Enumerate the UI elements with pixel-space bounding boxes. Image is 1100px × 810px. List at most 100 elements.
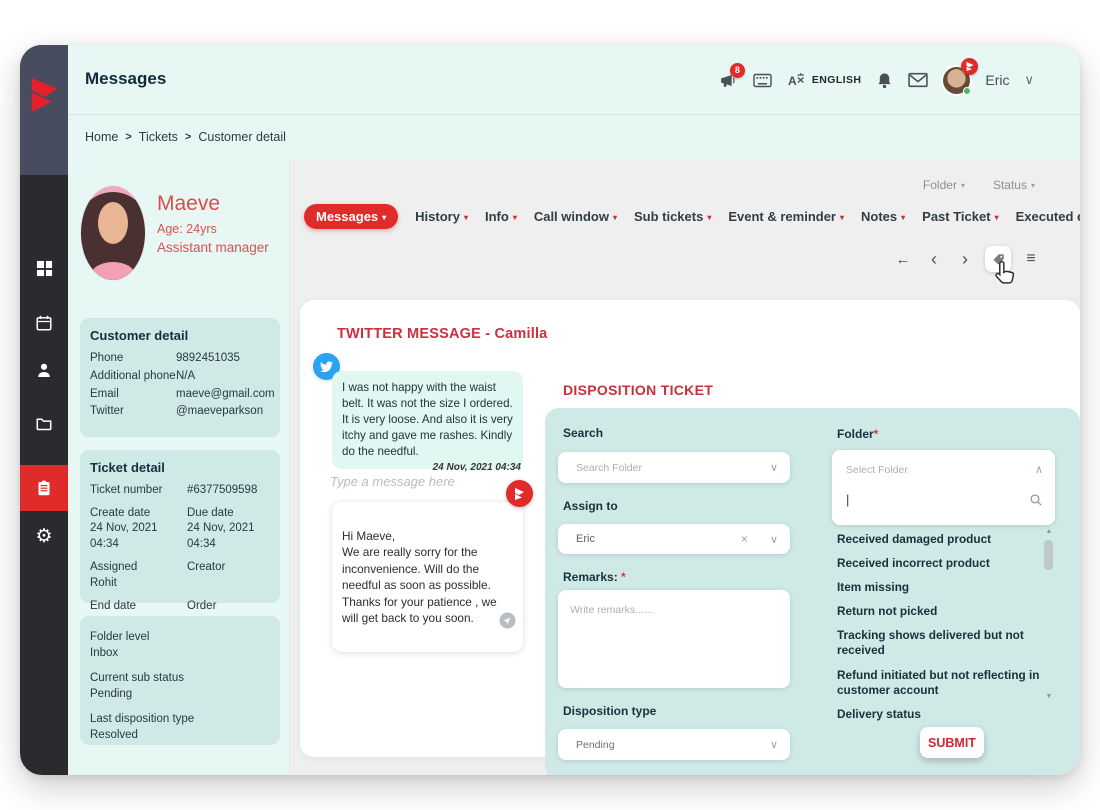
status-filter-dropdown[interactable]: Status▾ <box>993 178 1035 192</box>
agent-brand-avatar <box>506 480 533 507</box>
scroll-down-icon[interactable]: ▼ <box>1043 693 1055 700</box>
tab-past-ticket[interactable]: Past Ticket▾ <box>922 209 998 224</box>
disposition-title: DISPOSITION TICKET <box>563 382 713 398</box>
options-scrollbar[interactable]: ▲ ▼ <box>1043 528 1055 700</box>
caret-down-icon: ▾ <box>995 213 999 222</box>
back-arrow-button[interactable]: ← <box>892 247 914 271</box>
customer-avatar <box>81 186 145 280</box>
calendar-icon <box>35 314 53 332</box>
disposition-type-select[interactable]: Pending ∨ <box>558 729 790 760</box>
submit-button[interactable]: SUBMIT <box>920 727 984 758</box>
sidebar-item-calendar[interactable] <box>20 300 68 346</box>
page-title: Messages <box>85 69 166 89</box>
folder-option[interactable]: Tracking shows delivered but not receive… <box>837 628 1043 658</box>
prev-button[interactable]: ‹ <box>923 247 945 271</box>
tab-notes[interactable]: Notes▾ <box>861 209 905 224</box>
user-menu-chevron-icon[interactable]: ∨ <box>1024 72 1034 88</box>
messages-button[interactable] <box>908 72 928 88</box>
folder-option[interactable]: Refund initiated but not reflecting in c… <box>837 668 1043 698</box>
breadcrumb-home[interactable]: Home <box>85 130 118 144</box>
caret-down-icon: ▾ <box>382 213 386 222</box>
search-placeholder: Search Folder <box>576 462 770 474</box>
folder-level-row: Last disposition typeResolved <box>90 712 270 743</box>
compose-message-input[interactable]: Type a message here <box>330 474 455 489</box>
sidebar-item-folders[interactable] <box>20 400 68 446</box>
avatar-art <box>98 202 128 244</box>
folder-filter-dropdown[interactable]: Folder▾ <box>923 178 965 192</box>
scrollbar-thumb[interactable] <box>1044 540 1053 570</box>
chevron-down-icon: ∨ <box>770 738 778 751</box>
folder-level-row: Current sub statusPending <box>90 671 270 702</box>
scroll-up-icon[interactable]: ▲ <box>1043 528 1055 535</box>
tab-event-reminder[interactable]: Event & reminder▾ <box>728 209 844 224</box>
field: Due date24 Nov, 2021 04:34 <box>187 506 270 553</box>
breadcrumb-tickets[interactable]: Tickets <box>139 130 178 144</box>
caret-down-icon: ▾ <box>707 213 711 222</box>
chevron-up-icon: ∧ <box>1035 463 1043 476</box>
caret-down-icon: ▾ <box>613 213 617 222</box>
caret-down-icon: ▾ <box>901 213 905 222</box>
customer-sidebar: Maeve Age: 24yrs Assistant manager Custo… <box>68 160 290 775</box>
menu-button[interactable]: ≡ <box>1020 247 1042 271</box>
ticket-number-row: Ticket number #6377509598 <box>90 482 270 500</box>
clear-icon[interactable]: × <box>741 532 748 546</box>
sidebar-item-tickets[interactable] <box>20 465 68 511</box>
mail-icon <box>908 72 928 88</box>
incoming-message-bubble: I was not happy with the waist belt. It … <box>332 371 523 469</box>
user-name[interactable]: Eric <box>985 72 1009 88</box>
tab-sub-tickets[interactable]: Sub tickets▾ <box>634 209 711 224</box>
announcements-button[interactable]: 8 <box>719 71 738 90</box>
language-label[interactable]: ENGLISH <box>812 74 861 86</box>
folder-placeholder: Select Folder <box>846 464 908 476</box>
remarks-textarea[interactable]: Write remarks...... <box>558 590 790 688</box>
assign-to-label: Assign to <box>563 499 618 513</box>
brand-logo-icon[interactable] <box>27 75 61 119</box>
language-button[interactable]: A <box>787 72 805 89</box>
folder-level-row: Folder levelInbox <box>90 630 270 661</box>
topbar: Messages 8 <box>68 45 1080 115</box>
folder-option[interactable]: Item missing <box>837 580 1043 595</box>
folder-option[interactable]: Delivery status <box>837 707 1043 722</box>
folder-level-card: Folder levelInbox Current sub statusPend… <box>80 616 280 745</box>
caret-down-icon: ▾ <box>1031 181 1035 190</box>
folder-options-list: Received damaged product Received incorr… <box>837 532 1043 731</box>
outgoing-message-bubble: Hi Maeve, We are really sorry for the in… <box>332 502 523 652</box>
ticket-fields: Create date24 Nov, 2021 04:34 Due date24… <box>90 500 270 615</box>
ticket-detail-card: Ticket detail Ticket number #6377509598 … <box>80 450 280 603</box>
chevron-down-icon: ∨ <box>770 533 778 546</box>
message-nav-row: ← ‹ › ≡ <box>892 246 1042 272</box>
remarks-placeholder: Write remarks...... <box>570 604 653 616</box>
folder-option[interactable]: Received damaged product <box>837 532 1043 547</box>
breadcrumb-bar: Home > Tickets > Customer detail <box>68 116 1080 160</box>
assign-to-select[interactable]: Eric × ∨ <box>558 524 790 554</box>
card-title: Ticket detail <box>90 460 270 475</box>
sent-status-icon <box>499 595 516 645</box>
sidebar-item-settings[interactable]: ⚙ <box>20 513 68 559</box>
keyboard-button[interactable] <box>753 73 772 88</box>
notifications-button[interactable] <box>876 71 893 90</box>
user-avatar[interactable] <box>943 67 970 94</box>
folder-option[interactable]: Received incorrect product <box>837 556 1043 571</box>
sidebar-item-customers[interactable] <box>20 347 68 393</box>
tab-history[interactable]: History▾ <box>415 209 468 224</box>
sidebar-item-dashboard[interactable] <box>20 245 68 291</box>
tab-call-window[interactable]: Call window▾ <box>534 209 617 224</box>
tab-messages[interactable]: Messages▾ <box>304 204 398 229</box>
folder-option[interactable]: Return not picked <box>837 604 1043 619</box>
next-button[interactable]: › <box>954 247 976 271</box>
breadcrumb: Home > Tickets > Customer detail <box>85 130 286 144</box>
folder-combobox[interactable]: Select Folder ∧ | <box>832 450 1055 525</box>
disposition-type-value: Pending <box>576 739 770 751</box>
ticket-icon <box>35 479 53 497</box>
person-icon <box>35 361 53 379</box>
field: Create date24 Nov, 2021 04:34 <box>90 506 187 553</box>
search-folder-dropdown[interactable]: Search Folder ∨ <box>558 452 790 483</box>
tab-info[interactable]: Info▾ <box>485 209 517 224</box>
detail-row: Emailmaeve@gmail.com <box>90 386 270 404</box>
ticket-number: #6377509598 <box>187 482 270 500</box>
tab-executed-escalations[interactable]: Executed escalations▾ <box>1016 209 1080 224</box>
translate-icon: A <box>787 72 805 89</box>
customer-role: Assistant manager <box>157 240 269 255</box>
breadcrumb-current: Customer detail <box>198 130 286 144</box>
topbar-actions: 8 A <box>719 45 1034 115</box>
